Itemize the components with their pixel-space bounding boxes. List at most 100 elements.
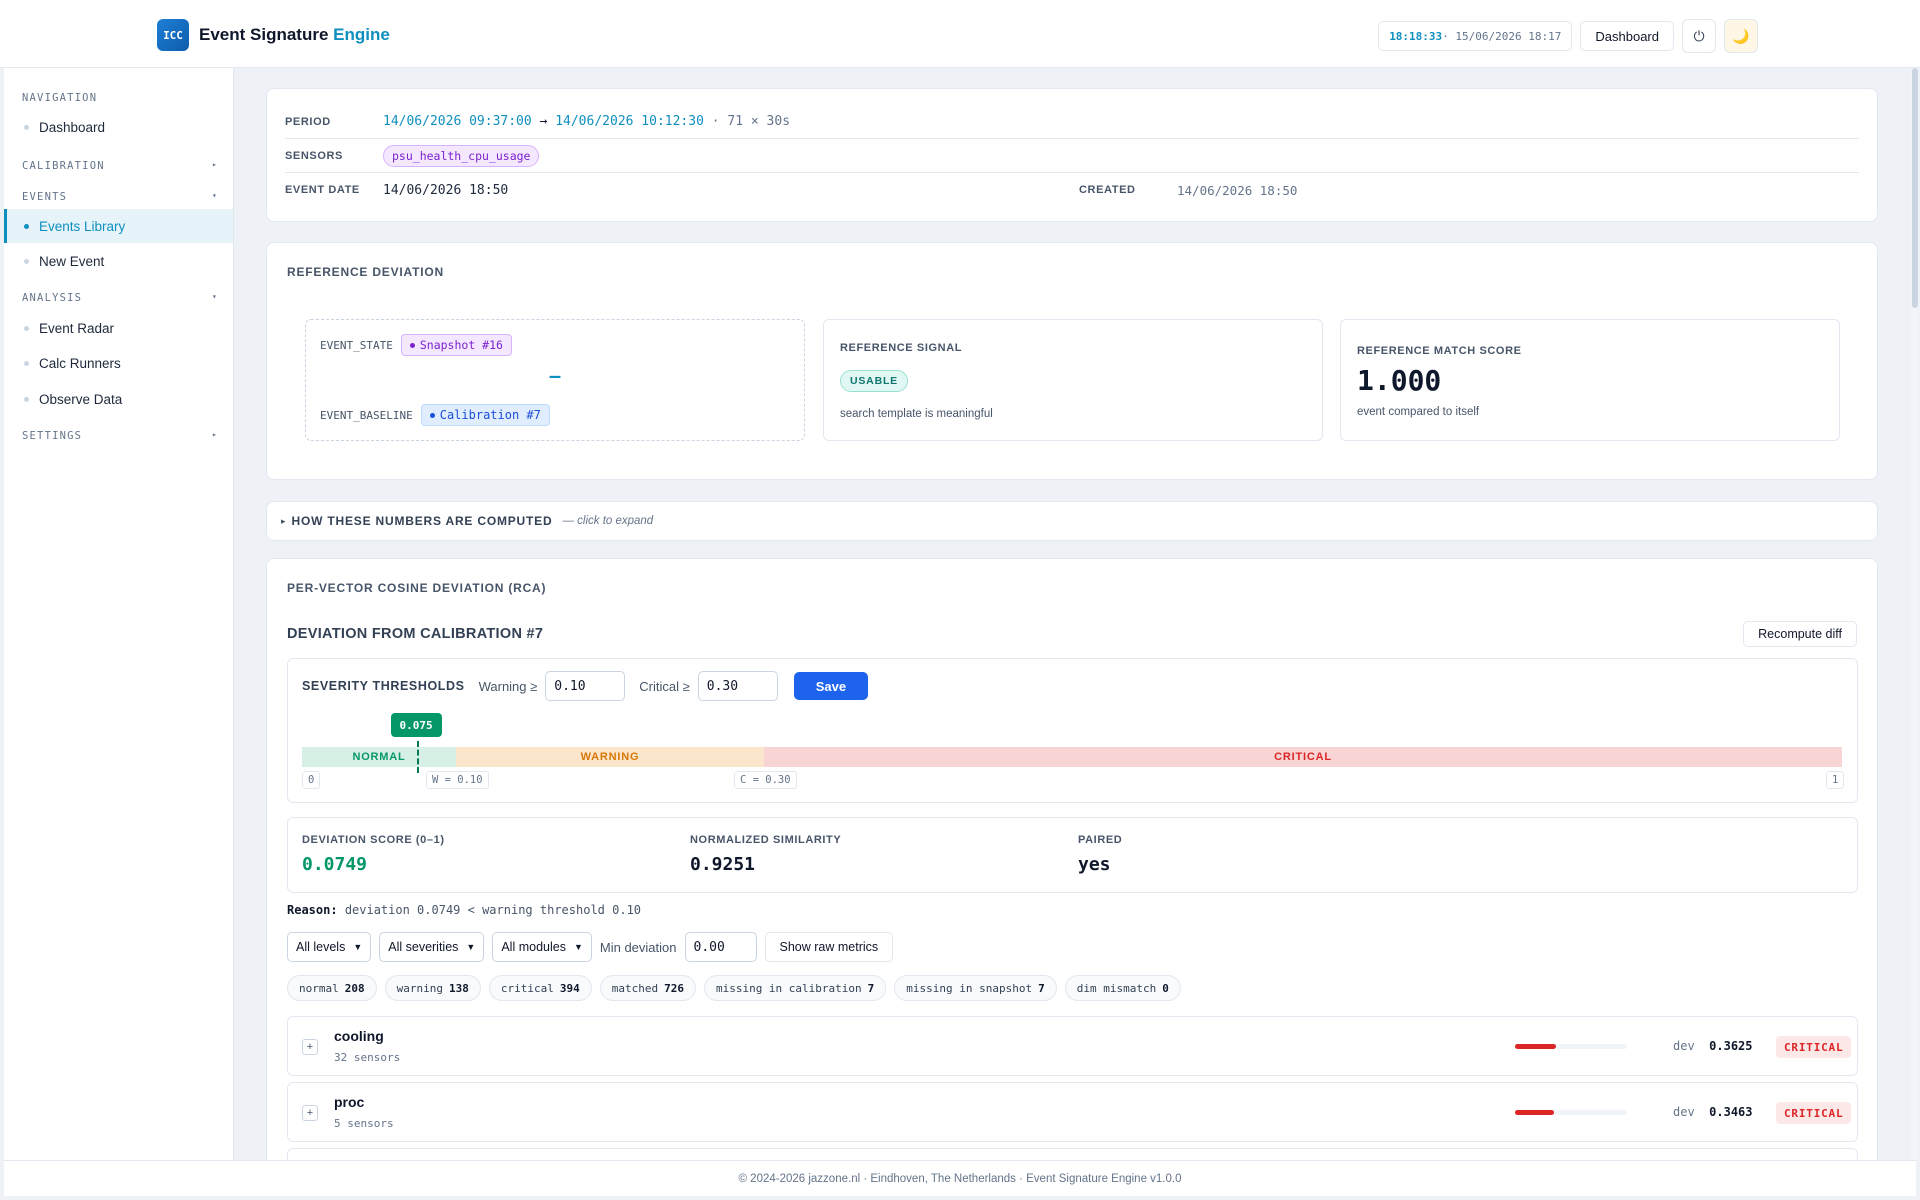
reference-score-value: 1.000 bbox=[1357, 364, 1442, 397]
app-logo: ICC bbox=[157, 19, 189, 51]
expand-arrow-icon: ▸ bbox=[281, 515, 286, 526]
scrollbar-thumb[interactable] bbox=[1912, 68, 1918, 308]
modules-select[interactable]: All modules ▼ bbox=[492, 932, 592, 962]
section-label: SETTINGS bbox=[22, 430, 83, 442]
severity-badge: CRITICAL bbox=[1776, 1036, 1852, 1058]
deviation-marker-label: 0.075 bbox=[390, 713, 442, 737]
count-matched-pill[interactable]: matched 726 bbox=[599, 975, 696, 1001]
band-warning: WARNING bbox=[456, 747, 764, 767]
section-analysis[interactable]: ANALYSIS ▾ bbox=[22, 292, 218, 304]
period-start: 14/06/2026 09:37:00 bbox=[383, 114, 532, 129]
warning-threshold-input[interactable]: 0.10 bbox=[545, 671, 626, 701]
section-calibration[interactable]: CALIBRATION ▸ bbox=[22, 160, 218, 172]
reference-signal-box: REFERENCE SIGNAL USABLE search template … bbox=[823, 319, 1323, 441]
event-state-label: EVENT_STATE bbox=[320, 338, 393, 352]
count-normal-pill[interactable]: normal 208 bbox=[287, 975, 377, 1001]
sidebar-item-calc-runners[interactable]: Calc Runners bbox=[4, 346, 233, 380]
module-deviation-bar bbox=[1515, 1044, 1627, 1049]
reference-signal-label: REFERENCE SIGNAL bbox=[840, 342, 963, 354]
severities-select[interactable]: All severities ▼ bbox=[379, 932, 485, 962]
module-sensor-count: 5 sensors bbox=[334, 1117, 394, 1130]
deviation-marker-line bbox=[416, 741, 419, 773]
expand-plus-icon[interactable]: + bbox=[302, 1105, 318, 1121]
count-dim-mismatch-pill[interactable]: dim mismatch 0 bbox=[1064, 975, 1181, 1001]
sensors-label: SENSORS bbox=[285, 149, 343, 162]
sidebar-item-dashboard[interactable]: Dashboard bbox=[4, 110, 233, 144]
pill-label: normal bbox=[299, 981, 339, 995]
snapshot-chip[interactable]: Snapshot #16 bbox=[400, 334, 512, 356]
event-baseline-label: EVENT_BASELINE bbox=[320, 408, 413, 422]
caret-down-icon: ▾ bbox=[211, 191, 218, 200]
chevron-down-icon: ▼ bbox=[353, 942, 363, 952]
sidebar-item-event-radar[interactable]: Event Radar bbox=[4, 311, 233, 345]
sidebar-item-events-library[interactable]: Events Library bbox=[4, 209, 233, 243]
bullet-icon bbox=[24, 223, 29, 229]
pill-value: 208 bbox=[344, 981, 365, 995]
similarity-value: 0.9251 bbox=[690, 854, 756, 875]
pill-label: matched bbox=[611, 981, 659, 995]
min-deviation-input[interactable]: 0.00 bbox=[684, 932, 757, 962]
dot-icon bbox=[429, 412, 435, 418]
rca-subtitle: DEVIATION FROM CALIBRATION #7 bbox=[287, 626, 544, 642]
power-icon[interactable]: ⏻ bbox=[1682, 19, 1716, 53]
sensor-chip[interactable]: psu_health_cpu_usage bbox=[383, 144, 540, 167]
sidebar-item-label: Dashboard bbox=[39, 119, 106, 135]
filters-row: All levels ▼ All severities ▼ All modules ▼… bbox=[287, 932, 894, 962]
sidebar-item-observe-data[interactable]: Observe Data bbox=[4, 382, 233, 416]
how-computed-hint: — click to expand bbox=[562, 515, 654, 527]
module-deviation: dev 0.3463 bbox=[1673, 1105, 1753, 1119]
dev-label: dev bbox=[1673, 1105, 1695, 1119]
count-missing-calibration-pill[interactable]: missing in calibration 7 bbox=[703, 975, 887, 1001]
expand-plus-icon[interactable]: + bbox=[302, 1039, 318, 1055]
count-missing-snapshot-pill[interactable]: missing in snapshot 7 bbox=[894, 975, 1057, 1001]
sidebar-item-label: Event Radar bbox=[39, 320, 115, 336]
module-name: proc bbox=[334, 1094, 365, 1110]
band-normal: NORMAL bbox=[302, 747, 456, 767]
reason-line: Reason: deviation 0.0749 < warning thres… bbox=[287, 903, 641, 917]
brand[interactable]: ICC Event Signature Engine bbox=[157, 19, 390, 51]
similarity-label: NORMALIZED SIMILARITY bbox=[690, 834, 842, 846]
module-deviation-bar bbox=[1515, 1110, 1627, 1115]
band-tick-max: 1 bbox=[1826, 771, 1845, 789]
created-value: 14/06/2026 18:50 bbox=[1177, 182, 1298, 198]
reference-score-note: event compared to itself bbox=[1357, 406, 1480, 418]
show-raw-metrics-button[interactable]: Show raw metrics bbox=[764, 932, 894, 962]
count-critical-pill[interactable]: critical 394 bbox=[488, 975, 592, 1001]
how-computed-toggle[interactable]: ▸ HOW THESE NUMBERS ARE COMPUTED — click… bbox=[266, 501, 1878, 541]
count-warning-pill[interactable]: warning 138 bbox=[384, 975, 481, 1001]
section-settings[interactable]: SETTINGS ▸ bbox=[22, 430, 218, 442]
moon-icon[interactable]: 🌙 bbox=[1724, 19, 1758, 53]
dashboard-button[interactable]: Dashboard bbox=[1580, 21, 1674, 51]
calibration-chip[interactable]: Calibration #7 bbox=[420, 404, 550, 426]
dot-icon bbox=[409, 342, 415, 348]
clock-time: 18:18:33 bbox=[1389, 29, 1443, 43]
pill-label: missing in snapshot bbox=[906, 981, 1033, 995]
sidebar-item-label: Observe Data bbox=[39, 391, 123, 407]
paired-value: yes bbox=[1078, 854, 1111, 875]
pill-value: 7 bbox=[1038, 981, 1045, 995]
levels-select[interactable]: All levels ▼ bbox=[287, 932, 372, 962]
module-row[interactable]: + proc 5 sensors dev 0.3463 CRITICAL bbox=[287, 1082, 1858, 1142]
modules-select-value: All modules bbox=[501, 940, 566, 954]
pill-value: 726 bbox=[664, 981, 684, 995]
module-deviation: dev 0.3625 bbox=[1673, 1039, 1753, 1053]
sensors-row: SENSORS psu_health_cpu_usage bbox=[285, 139, 1859, 173]
reason-text: deviation 0.0749 < warning threshold 0.1… bbox=[344, 903, 642, 917]
pill-label: dim mismatch bbox=[1076, 981, 1157, 995]
caret-down-icon: ▾ bbox=[211, 292, 218, 301]
module-row[interactable]: + cooling 32 sensors dev 0.3625 CRITICAL bbox=[287, 1016, 1858, 1076]
sidebar-item-new-event[interactable]: New Event bbox=[4, 244, 233, 278]
min-deviation-label: Min deviation bbox=[599, 939, 677, 955]
period-end: 14/06/2026 10:12:30 bbox=[555, 114, 704, 129]
save-thresholds-button[interactable]: Save bbox=[793, 672, 869, 700]
page-scrollbar[interactable] bbox=[1911, 68, 1919, 1160]
section-events[interactable]: EVENTS ▾ bbox=[22, 191, 218, 203]
recompute-diff-button[interactable]: Recompute diff bbox=[1743, 621, 1857, 647]
critical-threshold-input[interactable]: 0.30 bbox=[697, 671, 778, 701]
pill-label: missing in calibration bbox=[715, 981, 862, 995]
section-navigation: NAVIGATION bbox=[22, 92, 98, 104]
state-connector: – bbox=[549, 366, 561, 387]
sidebar: NAVIGATION Dashboard CALIBRATION ▸ EVENTS… bbox=[4, 68, 234, 1160]
reference-title: REFERENCE DEVIATION bbox=[287, 265, 444, 279]
band-tick-warning: W = 0.10 bbox=[426, 771, 489, 789]
